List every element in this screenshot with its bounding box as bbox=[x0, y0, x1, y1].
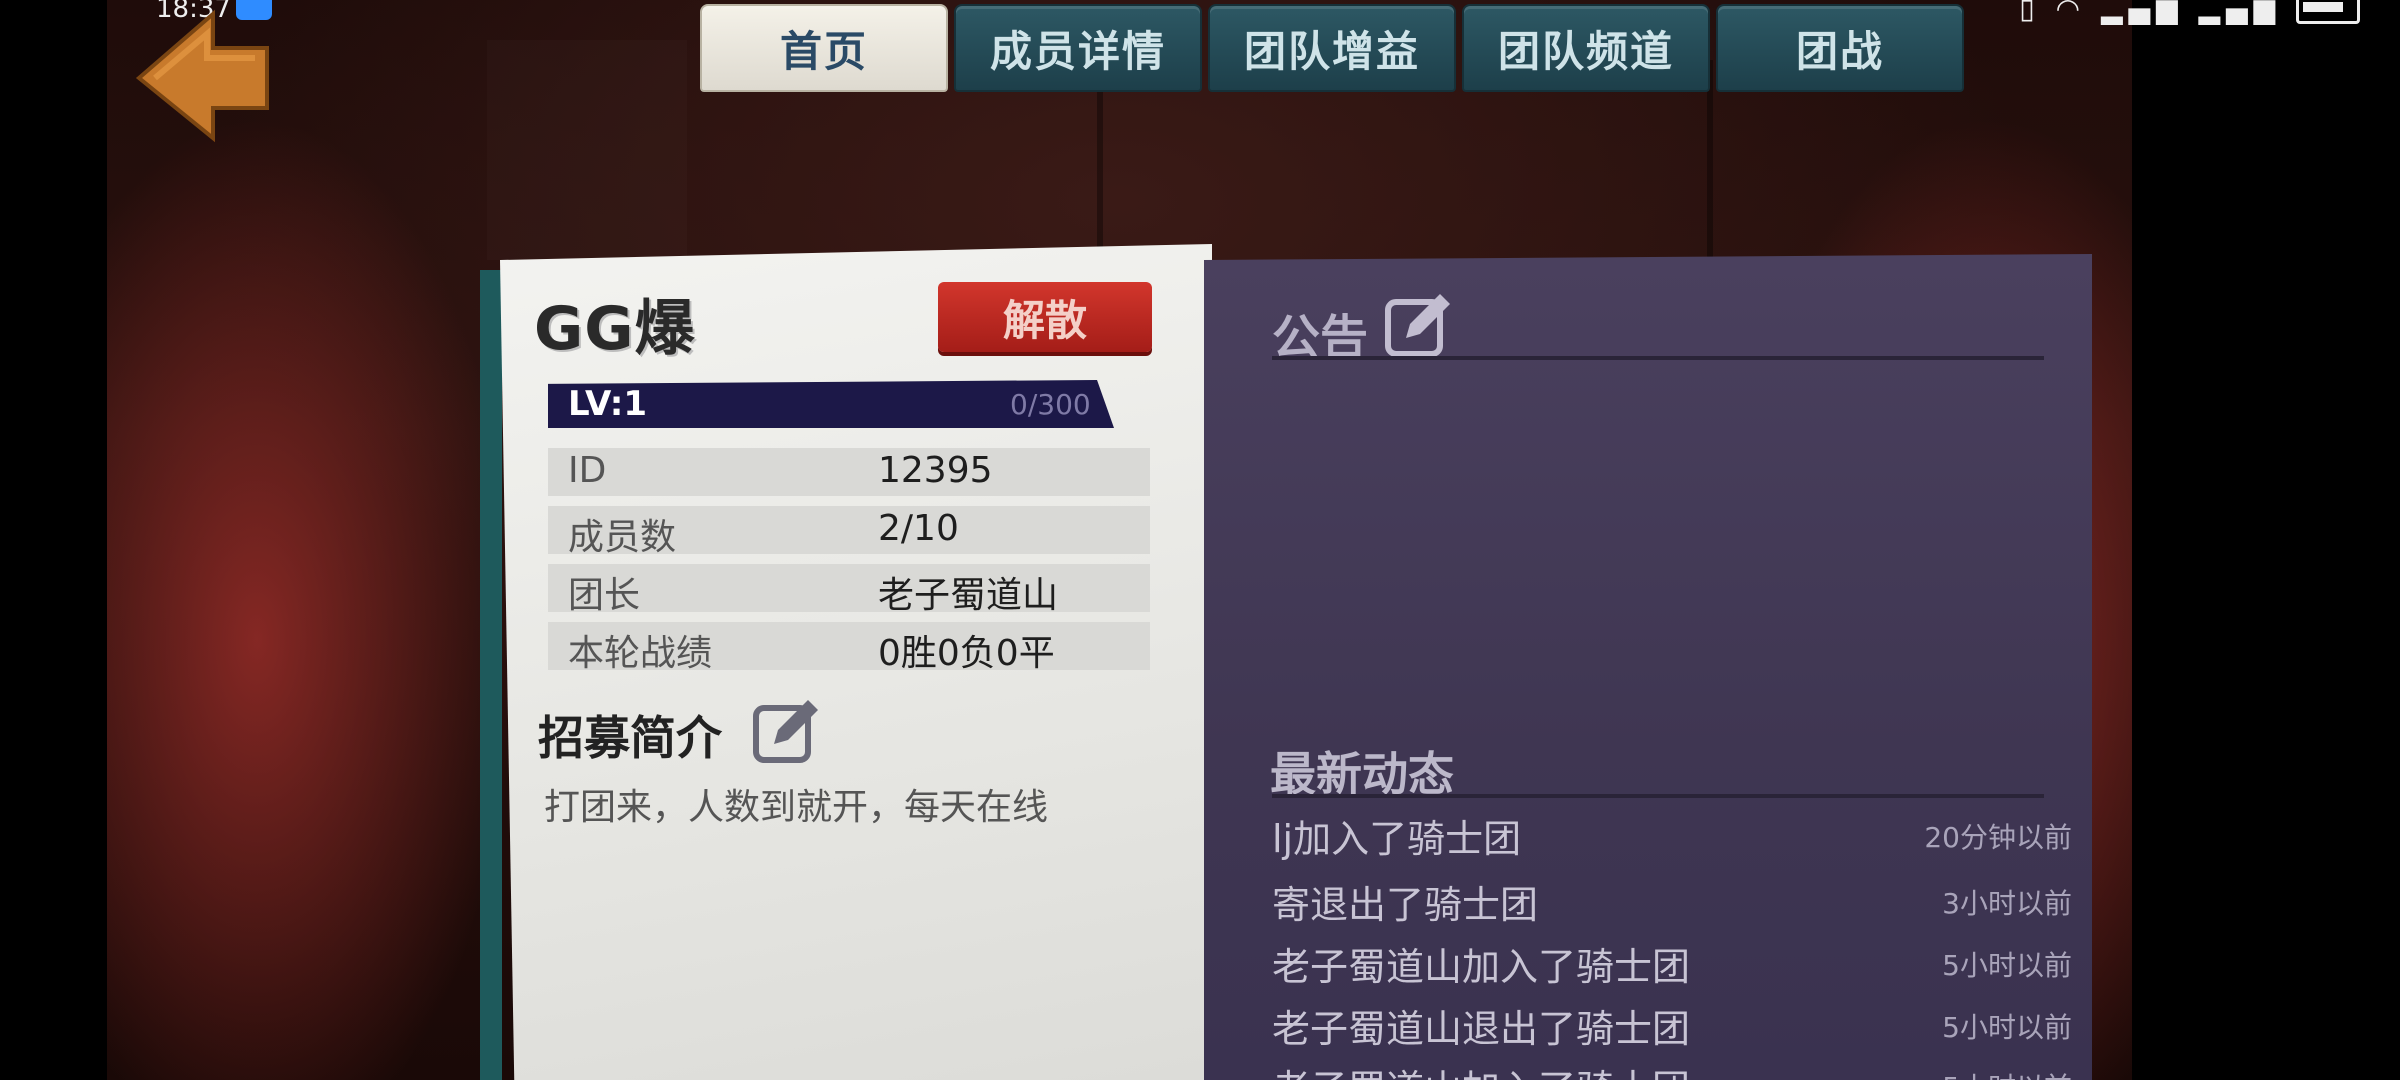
battery-icon bbox=[2296, 0, 2360, 24]
tab-team-channel[interactable]: 团队频道 bbox=[1462, 4, 1710, 92]
info-row-id bbox=[548, 448, 1150, 496]
wall-plank bbox=[487, 40, 687, 260]
feed-item-text: 老子蜀道山加入了骑士团 bbox=[1272, 1058, 1690, 1080]
recruit-title: 招募简介 bbox=[538, 711, 722, 765]
feed-item: 老子蜀道山退出了骑士团 5小时以前 bbox=[1272, 998, 2072, 1058]
tab-home[interactable]: 首页 bbox=[700, 4, 948, 92]
info-value: 2/10 bbox=[878, 508, 959, 549]
divider bbox=[1272, 356, 2044, 360]
feed-item-time: 3小时以前 bbox=[1942, 887, 2072, 920]
tab-team-buffs[interactable]: 团队增益 bbox=[1208, 4, 1456, 92]
feed-item: 老子蜀道山加入了骑士团 5小时以前 bbox=[1272, 936, 2072, 996]
info-label: 团长 bbox=[568, 575, 641, 616]
info-label: 本轮战绩 bbox=[568, 633, 713, 674]
feed-item-time: 5小时以前 bbox=[1942, 949, 2072, 982]
info-label: ID bbox=[568, 450, 607, 491]
feed-item: lj加入了骑士团 20分钟以前 bbox=[1272, 808, 2072, 868]
edit-icon[interactable] bbox=[752, 694, 824, 764]
feed-item-time: 20分钟以前 bbox=[1924, 821, 2072, 854]
back-arrow-icon[interactable] bbox=[135, 8, 275, 143]
signal-2-icon: ▂▄▆ bbox=[2198, 0, 2282, 25]
disband-button[interactable]: 解散 bbox=[938, 282, 1152, 352]
info-label: 成员数 bbox=[568, 517, 677, 558]
feed-item: 寄退出了骑士团 3小时以前 bbox=[1272, 874, 2072, 934]
feed-item-time: 5小时以前 bbox=[1942, 1066, 2072, 1080]
feed-item-text: 老子蜀道山加入了骑士团 bbox=[1272, 945, 1691, 989]
wifi-icon: ◠ bbox=[2055, 0, 2087, 25]
feed-item-text: lj加入了骑士团 bbox=[1272, 817, 1522, 861]
status-icons: ▯ ◠ ▂▄▆ ▂▄▆ bbox=[2019, 0, 2360, 25]
tab-bar: 首页 成员详情 团队增益 团队频道 团战 bbox=[700, 4, 1970, 92]
feed-item-text: 寄退出了骑士团 bbox=[1272, 883, 1539, 927]
info-value: 12395 bbox=[878, 450, 993, 491]
tab-team-battle[interactable]: 团战 bbox=[1716, 4, 1964, 92]
info-value: 0胜0负0平 bbox=[878, 633, 1055, 674]
signal-icon: ▂▄▆ bbox=[2100, 0, 2184, 25]
team-name: GG爆 bbox=[534, 294, 696, 364]
tab-member-details[interactable]: 成员详情 bbox=[954, 4, 1202, 92]
exp-progress: 0/300 bbox=[1010, 388, 1091, 421]
feed-item: 老子蜀道山加入了骑士团 5小时以前 bbox=[1272, 1058, 2072, 1080]
feed-item-time: 5小时以前 bbox=[1942, 1011, 2072, 1044]
vibrate-icon: ▯ bbox=[2019, 0, 2041, 25]
panel-edge bbox=[480, 270, 502, 1080]
recruit-description: 打团来，人数到就开，每天在线 bbox=[544, 787, 1049, 828]
divider bbox=[1272, 794, 2044, 798]
info-value: 老子蜀道山 bbox=[878, 575, 1059, 616]
edit-icon[interactable] bbox=[1384, 288, 1456, 360]
level-label: LV:1 bbox=[568, 384, 648, 424]
feed-item-text: 老子蜀道山退出了骑士团 bbox=[1272, 1007, 1691, 1051]
